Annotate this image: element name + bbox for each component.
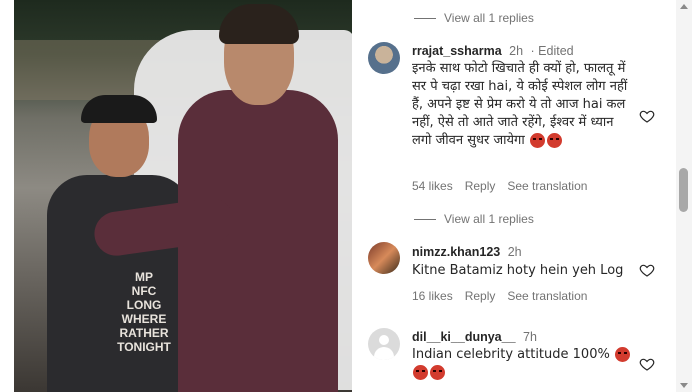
- comment-text: इनके साथ फोटो खिचाते ही क्यों हो, फालतू …: [412, 60, 637, 150]
- angry-face-emoji: [413, 365, 428, 380]
- see-translation-button[interactable]: See translation: [507, 289, 587, 303]
- scrollbar-thumb[interactable]: [679, 168, 688, 212]
- comment-username[interactable]: rrajat_ssharma: [412, 44, 502, 58]
- black-cap: [81, 95, 157, 123]
- view-replies-text[interactable]: View all 1 replies: [444, 11, 534, 25]
- avatar[interactable]: [368, 42, 400, 74]
- comment-header: nimzz.khan123 2h: [412, 245, 522, 259]
- angry-face-emoji: [529, 133, 545, 148]
- comment-dil: dil__ki__dunya__ 7h Indian celebrity att…: [362, 326, 662, 386]
- comment-username[interactable]: dil__ki__dunya__: [412, 330, 516, 344]
- comment-time: 7h: [523, 330, 537, 344]
- shirt-line: RATHER: [119, 326, 169, 340]
- avatar[interactable]: [368, 242, 400, 274]
- comments-panel: View all 1 replies rrajat_ssharma 2h · E…: [362, 0, 674, 392]
- likes-count[interactable]: 16 likes: [412, 289, 453, 303]
- comment-text: Indian celebrity attitude 100%: [412, 346, 637, 382]
- shirt-print-text: MP NFC LONG WHERE RATHER TONIGHT: [109, 270, 179, 354]
- see-translation-button[interactable]: See translation: [507, 179, 587, 193]
- shirt-line: MP: [135, 270, 153, 284]
- comment-nimzz: nimzz.khan123 2h Kitne Batamiz hoty hein…: [362, 242, 662, 306]
- heart-outline-icon[interactable]: [639, 356, 655, 372]
- angry-face-emoji: [614, 347, 630, 362]
- comment-header: rrajat_ssharma 2h · Edited: [412, 44, 574, 58]
- shirt-line: TONIGHT: [117, 340, 171, 354]
- comment-header: dil__ki__dunya__ 7h: [412, 330, 537, 344]
- shirt-line: LONG: [126, 298, 162, 312]
- comment-edited: · Edited: [530, 44, 574, 58]
- default-avatar-icon[interactable]: [368, 328, 400, 360]
- reply-line-divider: [414, 17, 436, 19]
- avatar-body-shape: [374, 347, 394, 360]
- shirt-line: NFC: [131, 284, 157, 298]
- reply-button[interactable]: Reply: [465, 179, 496, 193]
- comment-rrajat: rrajat_ssharma 2h · Edited इनके साथ फोटो…: [362, 42, 662, 208]
- reply-button[interactable]: Reply: [465, 289, 496, 303]
- avatar-head-shape: [379, 335, 389, 345]
- vertical-scrollbar[interactable]: [676, 0, 692, 392]
- post-photo[interactable]: MP NFC LONG WHERE RATHER TONIGHT: [14, 0, 352, 392]
- comment-actions: 54 likes Reply See translation: [412, 179, 587, 193]
- comment-time: 2h: [509, 44, 524, 58]
- likes-count[interactable]: 54 likes: [412, 179, 453, 193]
- heart-outline-icon[interactable]: [639, 108, 655, 124]
- comment-time: 2h: [507, 245, 522, 259]
- view-replies-text[interactable]: View all 1 replies: [444, 212, 534, 226]
- view-replies-link[interactable]: View all 1 replies: [414, 212, 534, 226]
- comment-text: Kitne Batamiz hoty hein yeh Log: [412, 263, 624, 278]
- comment-body: Indian celebrity attitude 100%: [412, 347, 610, 362]
- comment-username[interactable]: nimzz.khan123: [412, 245, 500, 259]
- scroll-down-arrow-icon[interactable]: [680, 383, 688, 388]
- comment-actions: 16 likes Reply See translation: [412, 289, 587, 303]
- older-man-hair: [219, 4, 299, 44]
- angry-face-emoji: [546, 133, 562, 148]
- scroll-up-arrow-icon[interactable]: [680, 4, 688, 9]
- comment-body: इनके साथ फोटो खिचाते ही क्यों हो, फालतू …: [412, 61, 628, 148]
- view-replies-link[interactable]: View all 1 replies: [414, 11, 534, 25]
- reply-line-divider: [414, 218, 436, 220]
- shirt-line: WHERE: [121, 312, 167, 326]
- angry-face-emoji: [430, 365, 445, 380]
- heart-outline-icon[interactable]: [639, 262, 655, 278]
- older-man-figure: [91, 0, 338, 392]
